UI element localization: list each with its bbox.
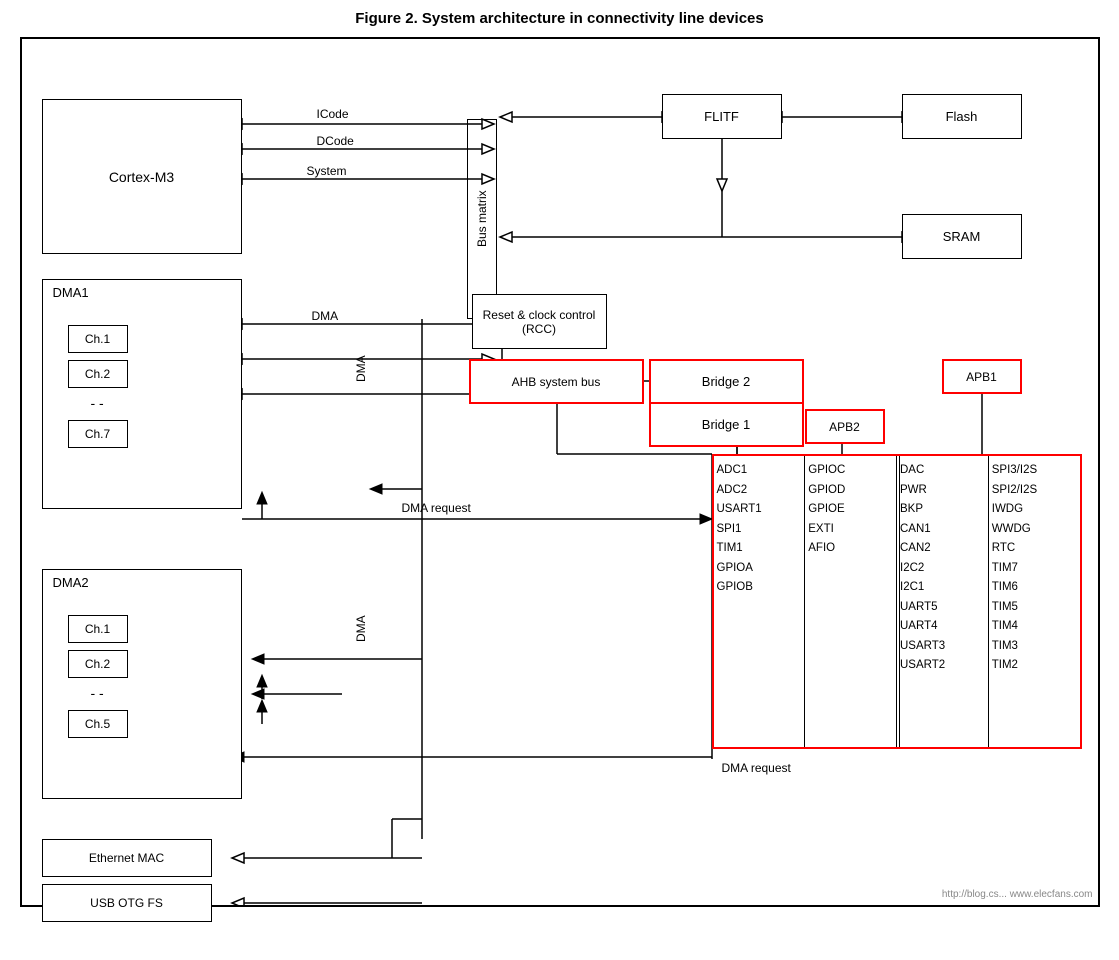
sram-block: SRAM bbox=[902, 214, 1022, 259]
rcc-block: Reset & clock control (RCC) bbox=[472, 294, 607, 349]
flash-label: Flash bbox=[946, 109, 978, 124]
ahb-label: AHB system bus bbox=[512, 375, 601, 389]
cortex-m3-label: Cortex-M3 bbox=[109, 169, 174, 185]
bridge1-label: Bridge 1 bbox=[702, 417, 750, 432]
figure-title: Figure 2. System architecture in connect… bbox=[10, 10, 1109, 27]
peripheral-inner: ADC1 ADC2 USART1 SPI1 TIM1 GPIOA GPIOB G… bbox=[714, 456, 1080, 747]
ahb-block: AHB system bus bbox=[469, 359, 644, 404]
dma2-ch2: Ch.2 bbox=[68, 650, 128, 678]
apb1-label: APB1 bbox=[966, 370, 997, 384]
dcode-label: DCode bbox=[317, 134, 354, 148]
bridge2-label: Bridge 2 bbox=[702, 374, 750, 389]
apb1-block: APB1 bbox=[942, 359, 1022, 394]
watermark: http://blog.cs... www.elecfans.com bbox=[942, 889, 1093, 900]
diagram-container: Cortex-M3 Flash FLITF SRAM Bus matrix IC… bbox=[20, 37, 1100, 907]
page: Figure 2. System architecture in connect… bbox=[0, 0, 1119, 960]
apb2-label: APB2 bbox=[829, 420, 860, 434]
dma-label-1: DMA bbox=[312, 309, 339, 323]
dma-vert-label-2: DMA bbox=[354, 569, 374, 689]
dma-vert-label: DMA bbox=[354, 309, 374, 429]
cortex-m3-block: Cortex-M3 bbox=[42, 99, 242, 254]
flitf-block: FLITF bbox=[662, 94, 782, 139]
dma2-label: DMA2 bbox=[53, 575, 89, 590]
dma2-ch5: Ch.5 bbox=[68, 710, 128, 738]
dma1-dots: - - bbox=[91, 395, 104, 411]
dma1-ch2: Ch.2 bbox=[68, 360, 128, 388]
periph-divider bbox=[899, 456, 900, 747]
bridge1-block: Bridge 1 bbox=[649, 402, 804, 447]
periph-apb2-col1: ADC1 ADC2 USART1 SPI1 TIM1 GPIOA GPIOB bbox=[714, 456, 806, 747]
periph-apb2-col2: GPIOC GPIOD GPIOE EXTI AFIO bbox=[805, 456, 897, 747]
flitf-label: FLITF bbox=[704, 109, 739, 124]
system-label: System bbox=[307, 164, 347, 178]
flash-block: Flash bbox=[902, 94, 1022, 139]
bus-matrix-label: Bus matrix bbox=[475, 191, 489, 248]
dma2-dots: - - bbox=[91, 685, 104, 701]
ethernet-block: Ethernet MAC bbox=[42, 839, 212, 877]
periph-apb1-col1: DAC PWR BKP CAN1 CAN2 I2C2 I2C1 UART5 UA… bbox=[897, 456, 989, 747]
dma2-ch1: Ch.1 bbox=[68, 615, 128, 643]
periph-apb1-col2: SPI3/I2S SPI2/I2S IWDG WWDG RTC TIM7 TIM… bbox=[989, 456, 1080, 747]
rcc-label: Reset & clock control (RCC) bbox=[473, 308, 606, 336]
dma-request-label-1: DMA request bbox=[402, 501, 471, 515]
dma1-block: DMA1 Ch.1 Ch.2 Ch.7 - - bbox=[42, 279, 242, 509]
bridge2-block: Bridge 2 bbox=[649, 359, 804, 404]
dma1-ch7: Ch.7 bbox=[68, 420, 128, 448]
usb-label: USB OTG FS bbox=[90, 896, 163, 910]
dma1-ch1: Ch.1 bbox=[68, 325, 128, 353]
icode-label: ICode bbox=[317, 107, 349, 121]
sram-label: SRAM bbox=[943, 229, 981, 244]
peripheral-block: ADC1 ADC2 USART1 SPI1 TIM1 GPIOA GPIOB G… bbox=[712, 454, 1082, 749]
ethernet-label: Ethernet MAC bbox=[89, 851, 164, 865]
apb2-block: APB2 bbox=[805, 409, 885, 444]
bus-matrix-block: Bus matrix bbox=[467, 119, 497, 319]
dma-request-label-2: DMA request bbox=[722, 761, 791, 775]
usb-block: USB OTG FS bbox=[42, 884, 212, 922]
dma2-block: DMA2 Ch.1 Ch.2 Ch.5 - - bbox=[42, 569, 242, 799]
dma1-label: DMA1 bbox=[53, 285, 89, 300]
